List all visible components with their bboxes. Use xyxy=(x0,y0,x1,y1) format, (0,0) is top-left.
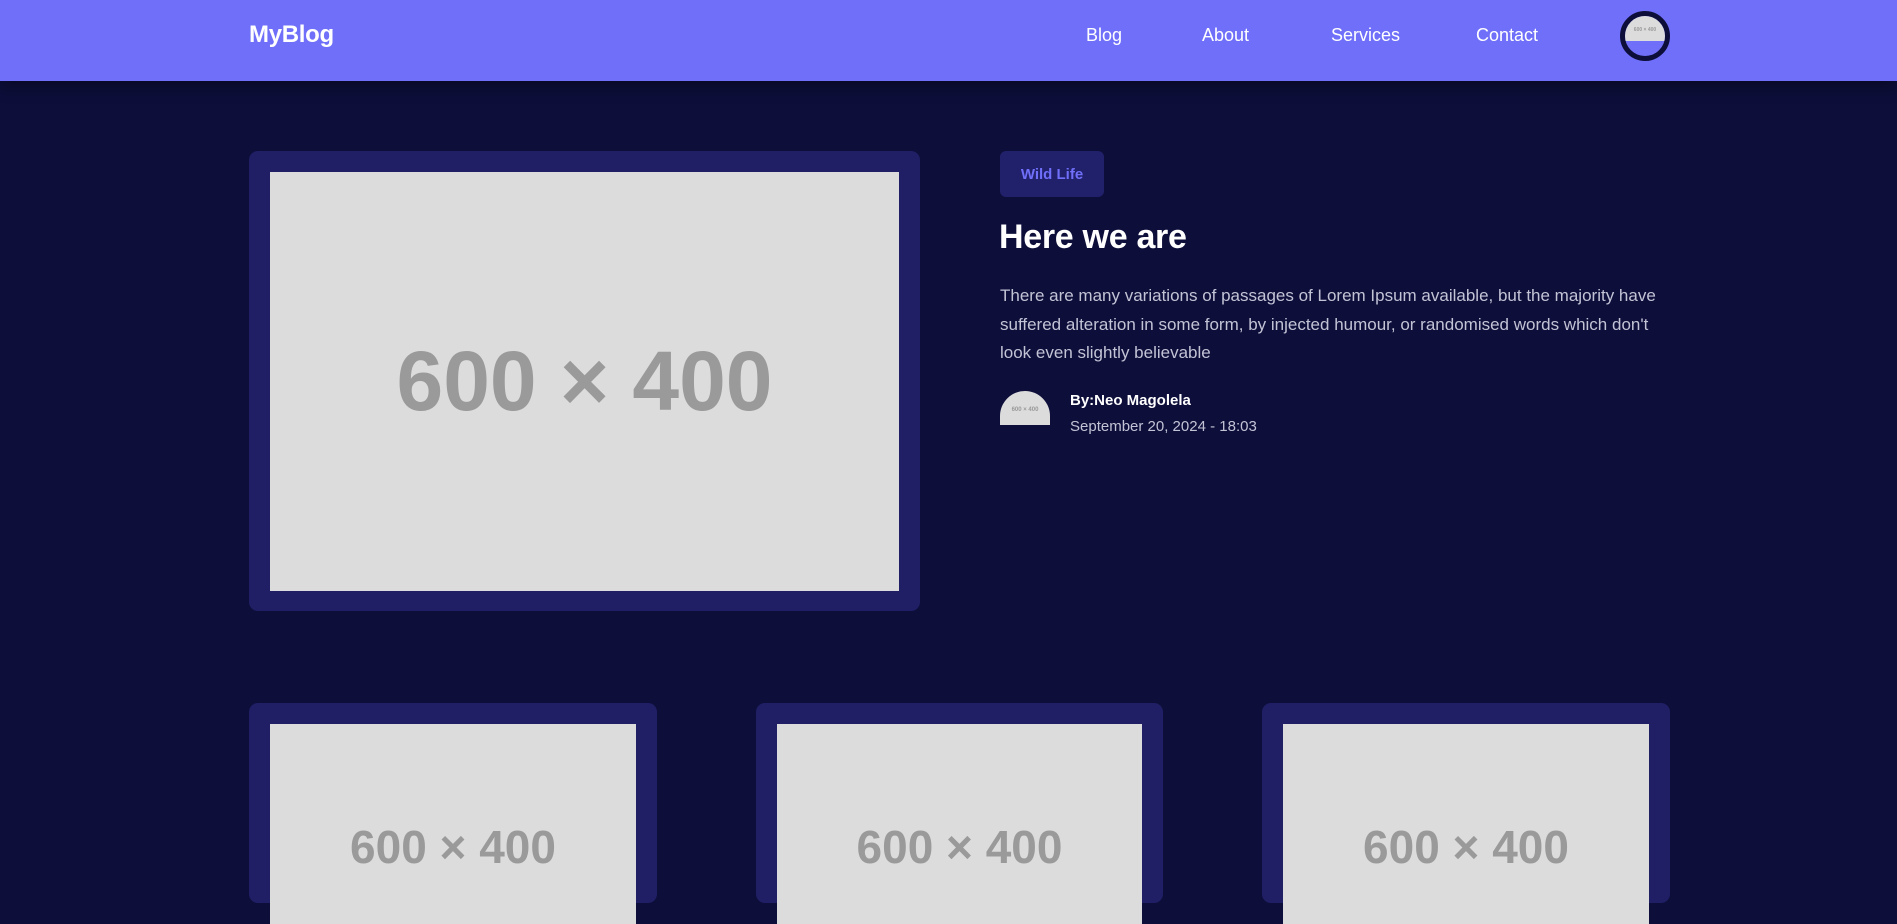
post-card-image: 600 × 400 xyxy=(270,724,636,924)
avatar-placeholder-text: 600 × 400 xyxy=(1633,27,1657,33)
site-logo[interactable]: MyBlog xyxy=(249,21,334,49)
navbar: MyBlog Blog About Services Contact 600 ×… xyxy=(0,0,1897,81)
category-tag[interactable]: Wild Life xyxy=(1000,151,1104,197)
author-name: By:Neo Magolela xyxy=(1070,392,1191,409)
user-avatar-button[interactable]: 600 × 400 xyxy=(1620,11,1670,61)
author-avatar: 600 × 400 xyxy=(1000,391,1050,425)
author-avatar-placeholder-text: 600 × 400 xyxy=(1011,407,1039,413)
post-card-image: 600 × 400 xyxy=(1283,724,1649,924)
featured-image: 600 × 400 xyxy=(270,172,899,591)
post-card-placeholder-text: 600 × 400 xyxy=(856,821,1063,873)
post-card[interactable]: 600 × 400 xyxy=(249,703,657,924)
post-card-placeholder-text: 600 × 400 xyxy=(1363,821,1569,873)
post-card-placeholder-text: 600 × 400 xyxy=(350,821,556,873)
post-excerpt: There are many variations of passages of… xyxy=(1000,286,1656,362)
post-title[interactable]: Here we are xyxy=(999,218,1187,257)
featured-image-placeholder-text: 600 × 400 xyxy=(396,334,773,428)
post-card[interactable]: 600 × 400 xyxy=(1262,703,1670,924)
post-card-image: 600 × 400 xyxy=(777,724,1142,924)
featured-image-frame[interactable]: 600 × 400 xyxy=(249,151,920,611)
avatar-image: 600 × 400 xyxy=(1625,16,1665,41)
nav-link-services[interactable]: Services xyxy=(1331,25,1400,46)
post-date: September 20, 2024 - 18:03 xyxy=(1070,418,1257,435)
nav-link-blog[interactable]: Blog xyxy=(1086,25,1122,46)
post-card[interactable]: 600 × 400 xyxy=(756,703,1163,924)
nav-link-about[interactable]: About xyxy=(1202,25,1249,46)
nav-link-contact[interactable]: Contact xyxy=(1476,25,1538,46)
